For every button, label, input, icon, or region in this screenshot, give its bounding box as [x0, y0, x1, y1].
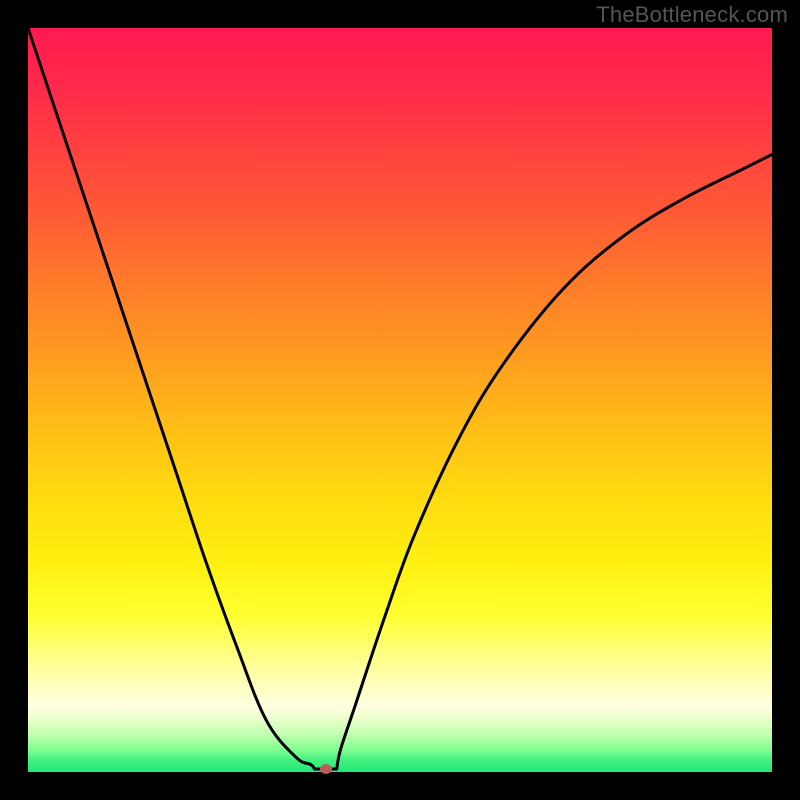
- watermark-text: TheBottleneck.com: [596, 2, 788, 28]
- minimum-marker: [320, 764, 332, 774]
- curve-svg: [28, 28, 772, 772]
- bottleneck-curve: [28, 28, 772, 769]
- chart-frame: TheBottleneck.com: [0, 0, 800, 800]
- plot-area: [28, 28, 772, 772]
